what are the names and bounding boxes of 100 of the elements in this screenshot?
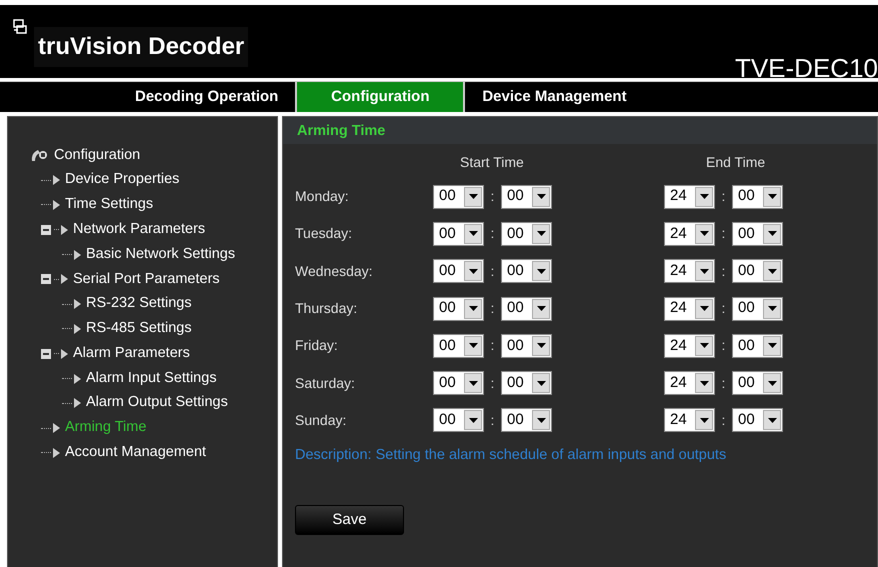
tree-item[interactable]: Alarm Input Settings [86,368,217,390]
time-select[interactable]: 00 [732,371,783,396]
time-select[interactable]: 00 [732,296,783,321]
time-separator: : [490,187,496,206]
caret-icon [536,194,546,200]
time-separator: : [490,410,496,430]
caret-icon [468,268,478,274]
caret-icon [536,268,546,274]
arrow-icon [53,200,60,210]
arrow-icon [53,448,60,458]
time-select[interactable]: 24 [664,222,715,246]
caret-icon [700,268,708,274]
tree-item[interactable]: Serial Port Parameters [73,268,220,290]
tree-item[interactable]: Arming Time [65,417,146,440]
tree-item[interactable]: Basic Network Settings [86,244,236,266]
caret-icon [468,380,478,386]
time-select[interactable]: 24 [664,408,715,432]
tree-item[interactable]: RS-232 Settings [86,293,192,316]
day-label: Monday: [295,187,350,206]
time-separator: : [490,374,496,393]
arrow-icon [53,175,60,186]
column-header: End Time [706,153,766,172]
save-button[interactable]: Save [295,504,404,535]
tree-item[interactable]: Alarm Parameters [73,342,190,365]
time-select[interactable]: 24 [664,184,715,209]
time-select[interactable]: 00 [501,334,552,358]
model-name: TVE-DEC10 [734,52,878,85]
time-select[interactable]: 00 [732,408,783,432]
time-select[interactable]: 24 [664,334,715,358]
tree-root-label[interactable]: Configuration [54,144,140,166]
time-separator: : [720,299,726,318]
time-separator: : [720,224,726,244]
tree-item[interactable]: Time Settings [65,194,154,216]
nav-tab[interactable]: Configuration [295,82,464,112]
day-label: Tuesday: [295,224,354,244]
day-label: Thursday: [295,299,358,318]
day-label: Sunday: [295,410,348,430]
tree-item[interactable]: RS-485 Settings [86,318,192,340]
time-select[interactable]: 00 [732,184,783,209]
time-select[interactable]: 24 [664,259,715,284]
day-label: Friday: [295,336,339,356]
time-select[interactable]: 00 [501,408,552,432]
time-select[interactable]: 00 [732,222,783,246]
time-separator: : [720,187,726,206]
time-select[interactable]: 00 [433,222,484,246]
time-select[interactable]: 00 [501,296,552,321]
collapse-icon[interactable] [41,274,51,284]
caret-icon [700,343,708,348]
arrow-icon [74,324,81,334]
tree-item[interactable]: Account Management [65,442,206,464]
caret-icon [700,380,708,386]
logo-icon [12,19,28,37]
arrow-icon [53,423,60,434]
time-select[interactable]: 00 [501,222,552,246]
day-label: Wednesday: [295,262,374,281]
caret-icon [700,194,708,200]
caret-icon [468,343,478,348]
time-select[interactable]: 00 [433,371,484,396]
time-select[interactable]: 24 [664,371,715,396]
tree-item[interactable]: Network Parameters [73,218,206,241]
time-separator: : [720,336,726,356]
time-select[interactable]: 00 [433,408,484,432]
time-select[interactable]: 00 [501,184,552,209]
caret-icon [536,418,546,423]
time-separator: : [490,299,496,318]
caret-icon [768,343,776,348]
caret-icon [700,418,708,423]
collapse-icon[interactable] [41,224,51,235]
caret-icon [536,343,546,348]
time-select[interactable]: 24 [664,296,715,321]
caret-icon [468,418,478,423]
arrow-icon [74,299,81,310]
collapse-icon[interactable] [41,348,51,359]
tree-item[interactable]: Alarm Output Settings [86,392,228,414]
time-select[interactable]: 00 [732,259,783,284]
time-select[interactable]: 00 [501,259,552,284]
caret-icon [768,231,776,236]
caret-icon [768,268,776,274]
time-select[interactable]: 00 [433,334,484,358]
arrow-icon [61,274,68,284]
caret-icon [768,306,776,312]
caret-icon [536,380,546,386]
arrow-icon [61,348,68,359]
time-separator: : [490,262,496,281]
caret-icon [468,306,478,312]
caret-icon [700,231,708,236]
time-separator: : [720,374,726,393]
arrow-icon [61,224,68,235]
tree-item[interactable]: Device Properties [65,169,180,192]
arrow-icon [74,398,81,408]
time-select[interactable]: 00 [433,259,484,284]
caret-icon [700,306,708,312]
time-select[interactable]: 00 [732,334,783,358]
time-select[interactable]: 00 [433,296,484,321]
time-separator: : [490,336,496,356]
caret-icon [536,231,546,236]
time-select[interactable]: 00 [501,371,552,396]
time-select[interactable]: 00 [433,184,484,209]
caret-icon [468,194,478,200]
caret-icon [536,306,546,312]
